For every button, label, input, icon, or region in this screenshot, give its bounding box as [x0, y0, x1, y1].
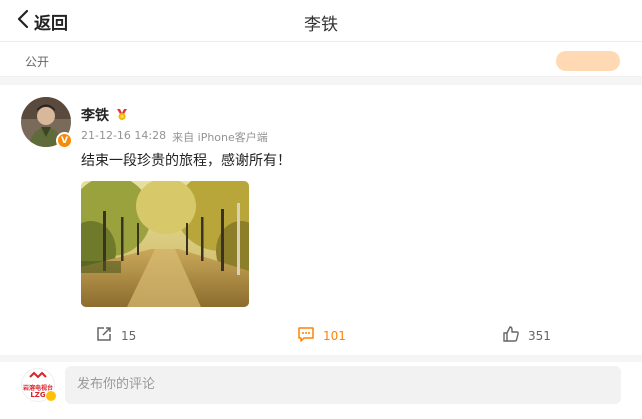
post-meta: 21-12-16 14:28 来自 iPhone客户端	[81, 129, 268, 145]
top-nav-bar: 返回 李铁	[0, 0, 642, 42]
post-text: 结束一段珍贵的旅程，感谢所有！	[81, 153, 291, 169]
visibility-label: 公开	[25, 55, 50, 69]
post-source: 来自 iPhone客户端	[172, 131, 268, 144]
section-divider	[0, 355, 642, 362]
comment-button[interactable]: 101	[297, 325, 346, 347]
post-image[interactable]	[81, 181, 249, 307]
author-avatar[interactable]: V	[21, 97, 73, 149]
user-verified-badge	[45, 390, 57, 402]
section-divider	[0, 77, 642, 85]
visibility-selector[interactable]: 公开	[0, 43, 642, 77]
comment-composer: 岩溶电视台 LZG 发布你的评论	[0, 362, 642, 419]
verified-badge: V	[56, 132, 73, 149]
post-action-bar: 15 101 351	[0, 323, 642, 349]
author-name[interactable]: 李铁	[81, 105, 109, 125]
comment-count: 101	[323, 329, 346, 343]
send-button[interactable]	[556, 51, 620, 71]
author-row: 李铁	[81, 105, 129, 125]
comment-icon	[297, 325, 315, 347]
post-time: 21-12-16 14:28	[81, 129, 167, 142]
like-count: 351	[528, 329, 551, 343]
comment-input[interactable]: 发布你的评论	[65, 366, 621, 404]
page-title: 李铁	[304, 15, 338, 35]
share-icon	[95, 325, 113, 347]
repost-button[interactable]: 15	[95, 325, 136, 347]
repost-count: 15	[121, 329, 137, 343]
weibo-post: V 李铁 21-12-16 14:28 来自 iPhone客户端 结束一段珍贵的…	[0, 85, 642, 355]
like-button[interactable]: 351	[502, 325, 551, 347]
medal-icon	[109, 106, 129, 125]
thumbs-up-icon	[502, 325, 520, 347]
